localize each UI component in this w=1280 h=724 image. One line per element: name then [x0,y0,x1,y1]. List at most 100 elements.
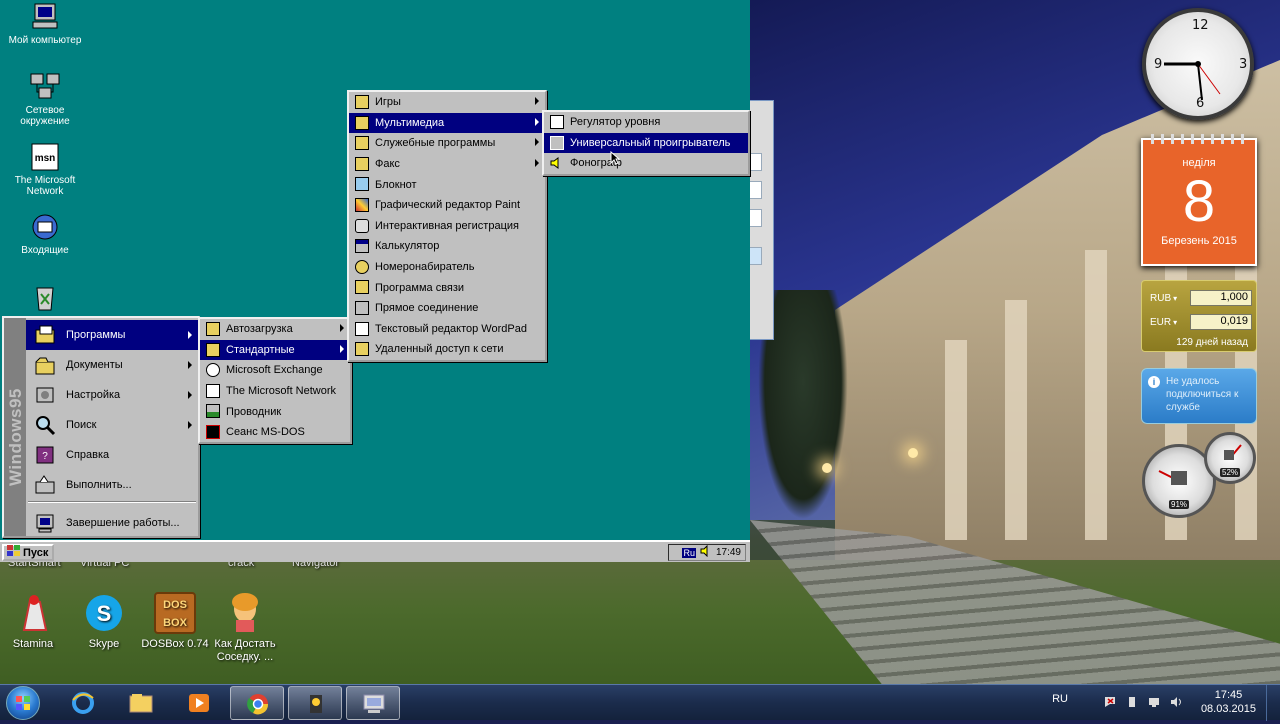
menu-item-multimedia[interactable]: Мультимедиа [349,112,545,134]
mouse-cursor-icon [610,151,620,165]
folder-icon [355,95,369,109]
chevron-right-icon [188,361,192,369]
taskbar-chrome[interactable] [230,686,284,720]
start-item-settings[interactable]: Настройка [26,380,198,410]
clock-gadget[interactable]: 12 3 6 9 [1142,8,1254,120]
win7-start-orb[interactable] [6,686,40,720]
chrome-icon [246,693,270,715]
w95-start-button[interactable]: Пуск [2,544,54,561]
calculator-icon [355,239,369,254]
menu-item-dialer[interactable]: Номеронабиратель [349,257,545,278]
taskbar-win95-vm[interactable] [346,686,400,720]
menu-item-system-tools[interactable]: Служебные программы [349,133,545,154]
menu-item-volume-control[interactable]: Регулятор уровня [544,112,748,133]
w95-system-tray: Ru 17:49 [668,544,746,561]
menu-item-label: Регулятор уровня [570,116,661,129]
win7-language-indicator[interactable]: RU [1052,693,1068,705]
cpu-meter-value: 91% [1168,500,1190,509]
win7-clock[interactable]: 17:45 08.03.2015 [1201,688,1256,716]
menu-item-label: Мультимедиа [375,116,445,129]
taskbar-dosbox-app[interactable] [288,686,342,720]
w95-clock[interactable]: 17:49 [716,547,741,558]
w95-icon-label: Сетевое окружение [20,105,70,127]
menu-item-wordpad[interactable]: Текстовый редактор WordPad [349,319,545,340]
win7-date: 08.03.2015 [1200,703,1256,715]
info-icon: i [1148,376,1160,388]
currency-row[interactable]: RUB ▾ 1,000 [1150,289,1254,307]
network-icon[interactable] [1148,696,1160,708]
weather-gadget[interactable]: i Не удалось подключиться к службе [1141,368,1257,424]
taskbar-ie[interactable] [56,686,110,720]
desktop-icon-dosbox[interactable]: DOS BOX DOSBox 0.74 [138,592,212,651]
menu-item-paint[interactable]: Графический редактор Paint [349,195,545,216]
w95-icon-network[interactable]: Сетевое окружение [0,72,90,127]
menu-item-calculator[interactable]: Калькулятор [349,236,545,257]
ie-icon [71,692,95,714]
currency-value[interactable]: 0,019 [1190,314,1252,330]
shutdown-icon [34,512,56,534]
chevron-right-icon [535,158,539,167]
taskbar-explorer[interactable] [114,686,168,720]
calendar-gadget[interactable]: неділя 8 Березень 2015 [1141,134,1257,266]
run-icon [34,474,56,496]
menu-item-msn[interactable]: The Microsoft Network [200,381,350,402]
menu-item-startup[interactable]: Автозагрузка [200,319,350,340]
svg-text:?: ? [42,451,48,462]
start-item-label: Завершение работы... [66,517,180,529]
desktop-icon-skype[interactable]: S Skype [67,592,141,651]
explorer-icon [206,404,220,419]
speaker-icon [550,156,564,170]
memory-meter-gadget[interactable]: 52% [1204,432,1256,484]
taskbar-media-player[interactable] [172,686,226,720]
win95-vm-screen[interactable]: Мой компьютер Сетевое окружение msn The … [0,0,750,562]
start-item-run[interactable]: Выполнить... [26,470,198,500]
start-item-find[interactable]: Поиск [26,410,198,440]
desktop-icon-label: DOSBox 0.74 [141,638,209,650]
menu-item-media-player[interactable]: Универсальный проигрыватель [544,132,748,154]
currency-gadget[interactable]: RUB ▾ 1,000 EUR ▾ 0,019 129 дней назад [1141,280,1257,352]
menu-item-notepad[interactable]: Блокнот [349,174,545,195]
menu-item-fax[interactable]: Факс [349,154,545,175]
memory-meter-value: 52% [1219,468,1241,477]
media-player-icon [187,692,211,714]
start-item-programs[interactable]: Программы [26,320,198,350]
w95-icon-recycle-bin[interactable] [0,282,90,315]
currency-code: EUR [1150,316,1172,328]
currency-row[interactable]: EUR ▾ 0,019 [1150,313,1254,331]
menu-item-exchange[interactable]: Microsoft Exchange [200,360,350,381]
start-item-help[interactable]: ? Справка [26,440,198,470]
desktop-icon-game[interactable]: Как Достать Соседку. ... [208,592,282,664]
menu-item-label: Номеронабиратель [375,261,475,274]
action-center-icon[interactable] [1104,696,1116,708]
menu-item-direct-cable[interactable]: Прямое соединение [349,298,545,319]
usb-icon[interactable] [1126,696,1138,708]
w95-icon-msn[interactable]: msn The Microsoft Network [0,142,90,197]
notepad-icon [355,177,369,192]
w95-language-indicator[interactable]: Ru [682,547,696,558]
weather-message: Не удалось подключиться к службе [1166,376,1239,413]
menu-item-dialup[interactable]: Удаленный доступ к сети [349,339,545,360]
programs-folder-icon [34,324,56,346]
menu-item-msdos[interactable]: Сеанс MS-DOS [200,422,350,443]
w95-programs-menu: Автозагрузка Стандартные Microsoft Excha… [198,317,352,444]
w95-icon-my-computer[interactable]: Мой компьютер [0,2,90,46]
menu-item-label: Блокнот [375,178,417,191]
menu-item-label: Программа связи [375,281,465,294]
start-menu-banner: Windows95 [4,318,26,536]
menu-item-games[interactable]: Игры [349,92,545,113]
menu-item-hyperterminal[interactable]: Программа связи [349,277,545,298]
menu-item-registration[interactable]: Интерактивная регистрация [349,216,545,237]
menu-item-accessories[interactable]: Стандартные [200,339,350,361]
game-icon [224,592,266,634]
start-item-documents[interactable]: Документы [26,350,198,380]
w95-icon-inbox[interactable]: Входящие [0,212,90,256]
start-item-shutdown[interactable]: Завершение работы... [26,508,198,538]
show-desktop-button[interactable] [1266,685,1280,721]
currency-value[interactable]: 1,000 [1190,290,1252,306]
menu-item-sound-recorder[interactable]: Фонограф [544,153,748,174]
desktop-icon-stamina[interactable]: Stamina [0,592,70,651]
speaker-icon[interactable] [700,544,712,560]
volume-icon[interactable] [1170,696,1182,708]
calendar-rings [1151,134,1247,144]
menu-item-explorer[interactable]: Проводник [200,401,350,422]
